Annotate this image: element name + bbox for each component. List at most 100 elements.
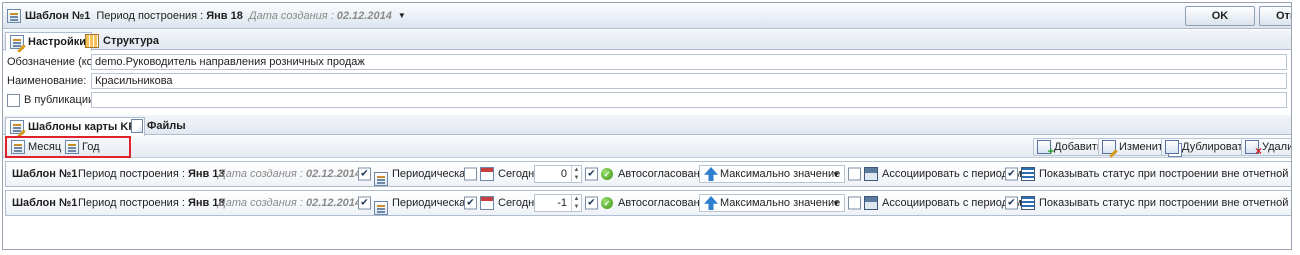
tab-structure[interactable]: Структура	[81, 32, 164, 50]
status-list-icon	[1021, 196, 1035, 210]
month-label: Месяц	[28, 141, 62, 153]
duplicate-button[interactable]: Дублировать	[1161, 138, 1253, 156]
aggregation-value: Максимально значение	[720, 168, 841, 180]
row-created-label: Дата создания :	[218, 168, 303, 180]
title-dropdown-arrow-icon[interactable]: ▼	[398, 11, 406, 20]
window-title: Шаблон №1	[25, 9, 91, 22]
row-name: Шаблон №1	[12, 168, 78, 180]
sub-tab-strip: Шаблоны карты KPI Файлы	[3, 115, 1291, 136]
template-row[interactable]: Шаблон №1 Период построения : Янв 18 Дат…	[5, 190, 1291, 216]
row-created: Дата создания : 02.12.2014	[218, 197, 361, 209]
ok-button[interactable]: OK	[1185, 6, 1255, 26]
row-period-label: Период построения :	[78, 168, 185, 180]
name-label: Наименование:	[7, 75, 87, 87]
offset-value: 0	[560, 168, 567, 180]
chevron-down-icon: ▼	[832, 198, 840, 208]
chevron-down-icon: ▼	[832, 169, 840, 179]
show-status-label: Показывать статус при построении вне отч…	[1039, 168, 1291, 180]
arrow-up-icon	[704, 167, 718, 181]
aggregation-select[interactable]: Максимально значение ▼	[699, 194, 845, 212]
assoc-period-label: Ассоциировать с периодом	[882, 168, 1022, 180]
auto-approve-checkbox[interactable]: ✔	[585, 167, 598, 181]
name-row: Наименование: Красильникова	[3, 72, 1291, 90]
show-status-checkbox[interactable]: ✔	[1005, 196, 1018, 210]
assoc-period-checkbox[interactable]	[848, 196, 861, 210]
delete-button[interactable]: Удалит	[1241, 138, 1291, 158]
approve-check-icon: ✓	[601, 197, 613, 209]
duplicate-icon	[1165, 140, 1179, 154]
periodic-checkbox[interactable]: ✔	[358, 167, 371, 181]
structure-grid-icon	[85, 34, 99, 48]
cancel-button[interactable]: Отм	[1259, 6, 1291, 26]
row-created-label: Дата создания :	[218, 197, 303, 209]
calendar-icon	[480, 167, 494, 181]
tab-structure-label: Структура	[103, 35, 159, 47]
show-status-label: Показывать статус при построении вне отч…	[1039, 197, 1291, 209]
offset-stepper[interactable]: 0 ▲ ▼	[534, 165, 582, 183]
kpi-doc-icon	[10, 120, 24, 134]
created-value: 02.12.2014	[336, 9, 392, 22]
code-row: Обозначение (код): demo.Руководитель нап…	[3, 53, 1291, 71]
periodic-checkbox[interactable]: ✔	[358, 196, 371, 210]
edit-icon	[1102, 140, 1116, 154]
publish-row: В публикации:	[3, 91, 1291, 109]
tab-settings-label: Настройки	[28, 36, 87, 48]
publish-label-wrap: В публикации:	[7, 93, 98, 107]
year-label: Год	[82, 141, 100, 153]
created-label: Дата создания :	[248, 9, 334, 22]
publish-checkbox[interactable]	[7, 93, 20, 107]
delete-icon	[1245, 140, 1262, 158]
offset-value: -1	[557, 197, 567, 209]
aggregation-select[interactable]: Максимально значение ▼	[699, 165, 845, 183]
today-checkbox[interactable]: ✔	[464, 196, 477, 210]
row-name: Шаблон №1	[12, 197, 78, 209]
row-created: Дата создания : 02.12.2014	[218, 168, 361, 180]
duplicate-label: Дублировать	[1182, 141, 1249, 153]
auto-approve-label: Автосогласование	[618, 168, 712, 180]
stepper-arrows-icon[interactable]: ▲ ▼	[571, 195, 581, 211]
tab-files[interactable]: Файлы	[127, 117, 191, 135]
auto-approve-label: Автосогласование	[618, 197, 712, 209]
offset-stepper[interactable]: -1 ▲ ▼	[534, 194, 582, 212]
template-row[interactable]: Шаблон №1 Период построения : Янв 13 Дат…	[5, 161, 1291, 187]
year-button[interactable]: Год	[61, 138, 104, 156]
period-label: Период построения :	[96, 9, 204, 22]
periodic-label: Периодическая	[392, 197, 472, 209]
template-window: Шаблон №1 Период построения : Янв 18 Дат…	[2, 2, 1292, 250]
row-period: Период построения : Янв 13	[78, 168, 225, 180]
show-status-checkbox[interactable]: ✔	[1005, 167, 1018, 181]
tab-kpi-templates-label: Шаблоны карты KPI	[28, 121, 139, 133]
publish-label: В публикации:	[24, 94, 98, 106]
template-doc-icon	[7, 8, 21, 23]
period-link-icon	[864, 196, 878, 210]
assoc-period-label: Ассоциировать с периодом	[882, 197, 1022, 209]
title-bar: Шаблон №1 Период построения : Янв 18 Дат…	[3, 3, 1291, 29]
code-field[interactable]: demo.Руководитель направления розничных …	[91, 54, 1287, 70]
auto-approve-checkbox[interactable]: ✔	[585, 196, 598, 210]
period-link-icon	[864, 167, 878, 181]
settings-doc-icon	[10, 35, 24, 49]
add-button[interactable]: Добавить	[1033, 138, 1107, 158]
tab-kpi-templates[interactable]: Шаблоны карты KPI	[5, 117, 145, 136]
calendar-icon	[480, 196, 494, 210]
row-created-value: 02.12.2014	[305, 197, 362, 209]
stepper-arrows-icon[interactable]: ▲ ▼	[571, 166, 581, 182]
row-created-value: 02.12.2014	[305, 168, 362, 180]
periodic-icon	[374, 172, 388, 186]
name-field[interactable]: Красильникова	[91, 73, 1287, 89]
tab-settings[interactable]: Настройки	[5, 32, 93, 51]
row-period-label: Период построения :	[78, 197, 185, 209]
add-label: Добавить	[1054, 141, 1103, 153]
add-icon	[1037, 140, 1054, 158]
month-button[interactable]: Месяц	[7, 138, 65, 156]
today-checkbox[interactable]	[464, 167, 477, 181]
periodic-label: Периодическая	[392, 168, 472, 180]
month-icon	[11, 140, 25, 154]
kpi-toolbar: Месяц Год Добавить Изменить Дублировать …	[3, 136, 1291, 158]
status-list-icon	[1021, 167, 1035, 181]
row-period: Период построения : Янв 18	[78, 197, 225, 209]
arrow-up-icon	[704, 196, 718, 210]
assoc-period-checkbox[interactable]	[848, 167, 861, 181]
tab-files-label: Файлы	[147, 120, 186, 132]
publish-field[interactable]	[91, 92, 1287, 108]
